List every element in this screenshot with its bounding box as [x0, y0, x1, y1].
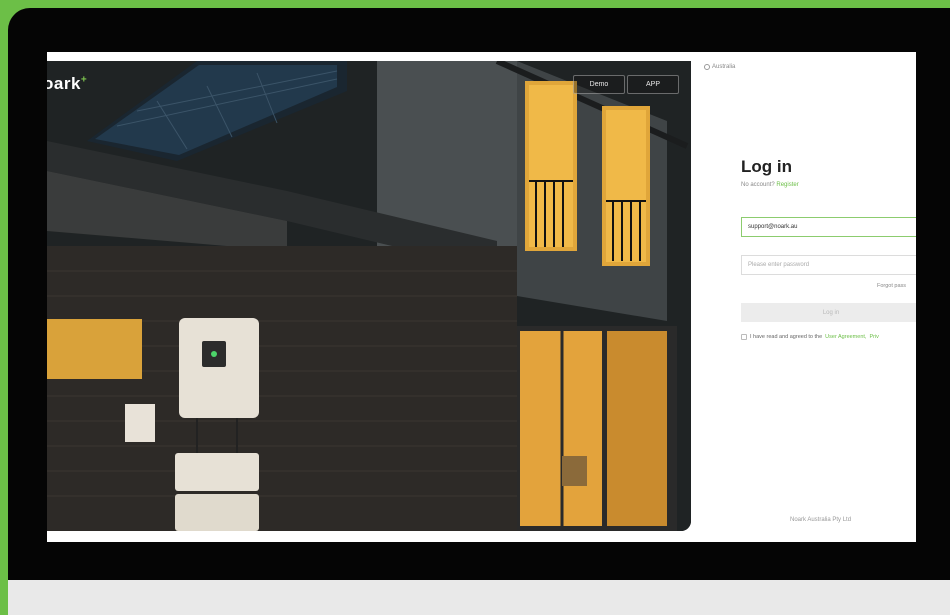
brand-logo: oark+	[47, 74, 87, 94]
globe-icon	[704, 64, 710, 70]
password-field[interactable]: Please enter password	[741, 255, 916, 275]
register-link[interactable]: Register	[776, 182, 798, 188]
brand-mark: +	[80, 74, 88, 86]
brand-text: oark	[47, 74, 81, 93]
no-account-text: No account?	[741, 182, 775, 188]
agree-text: I have read and agreed to the	[750, 334, 823, 340]
privacy-link[interactable]: Priv	[869, 334, 878, 340]
browser-screen: oark+ Demo APP Australia Log in No accou…	[47, 52, 916, 542]
house-illustration	[47, 61, 691, 531]
forgot-password-link[interactable]: Forgot pass	[877, 283, 906, 289]
region-selector[interactable]: Australia	[704, 64, 735, 70]
login-button[interactable]: Log in	[741, 303, 916, 322]
device-chin	[8, 580, 950, 615]
email-field[interactable]: support@noark.au	[741, 217, 916, 237]
agreement-row: I have read and agreed to the User Agree…	[741, 334, 879, 340]
no-account-line: No account? Register	[741, 182, 799, 188]
login-title: Log in	[741, 157, 792, 176]
region-label: Australia	[712, 64, 736, 70]
user-agreement-link[interactable]: User Agreement,	[825, 334, 866, 340]
app-button[interactable]: APP	[627, 75, 679, 94]
hero-image: oark+ Demo APP	[47, 61, 691, 531]
agree-checkbox[interactable]	[741, 334, 747, 340]
footer-company: Noark Australia Pty Ltd	[790, 517, 852, 523]
demo-button[interactable]: Demo	[573, 75, 625, 94]
